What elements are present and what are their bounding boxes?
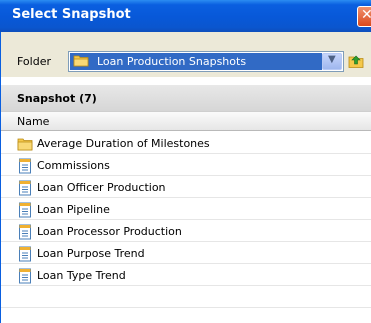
document-icon bbox=[19, 202, 31, 218]
folder-selected-value: Loan Production Snapshots bbox=[97, 55, 247, 68]
select-snapshot-dialog: Select Snapshot ✕ Folder Loan Production… bbox=[0, 0, 371, 323]
document-icon bbox=[19, 224, 31, 240]
document-icon bbox=[19, 180, 31, 196]
empty-row bbox=[0, 288, 371, 308]
list-item[interactable]: Loan Processor Production bbox=[0, 222, 371, 242]
list-item[interactable]: Average Duration of Milestones bbox=[0, 134, 371, 154]
list-item-label: Loan Purpose Trend bbox=[37, 247, 145, 260]
close-icon: ✕ bbox=[361, 7, 371, 23]
window-title: Select Snapshot bbox=[12, 7, 131, 22]
folder-icon bbox=[17, 138, 33, 151]
folder-label: Folder bbox=[17, 55, 51, 68]
list-item[interactable]: Loan Officer Production bbox=[0, 178, 371, 198]
title-bar[interactable]: Select Snapshot ✕ bbox=[0, 0, 371, 32]
document-icon bbox=[19, 246, 31, 262]
window-left-border bbox=[0, 32, 1, 323]
folder-dropdown[interactable]: Loan Production Snapshots ▼ bbox=[68, 51, 344, 72]
list-item-label: Loan Type Trend bbox=[37, 269, 126, 282]
section-title: Snapshot (7) bbox=[17, 92, 97, 105]
list-item[interactable]: Commissions bbox=[0, 156, 371, 176]
list-item-label: Loan Pipeline bbox=[37, 203, 110, 216]
list-item-label: Commissions bbox=[37, 159, 110, 172]
list-item-label: Average Duration of Milestones bbox=[37, 137, 210, 150]
snapshot-section-header: Snapshot (7) bbox=[0, 85, 371, 111]
list-item[interactable]: Loan Pipeline bbox=[0, 200, 371, 220]
list-item-label: Loan Officer Production bbox=[37, 181, 166, 194]
folder-icon bbox=[73, 55, 89, 67]
dropdown-button[interactable]: ▼ bbox=[322, 53, 342, 70]
list-item[interactable]: Loan Type Trend bbox=[0, 266, 371, 286]
document-icon bbox=[19, 158, 31, 174]
close-button[interactable]: ✕ bbox=[357, 6, 371, 27]
up-folder-icon[interactable] bbox=[348, 53, 364, 69]
list-item-label: Loan Processor Production bbox=[37, 225, 182, 238]
name-column-header[interactable]: Name bbox=[0, 111, 371, 131]
name-column-label: Name bbox=[17, 115, 50, 128]
chevron-down-icon: ▼ bbox=[328, 54, 336, 65]
list-item[interactable]: Loan Purpose Trend bbox=[0, 244, 371, 264]
document-icon bbox=[19, 268, 31, 284]
